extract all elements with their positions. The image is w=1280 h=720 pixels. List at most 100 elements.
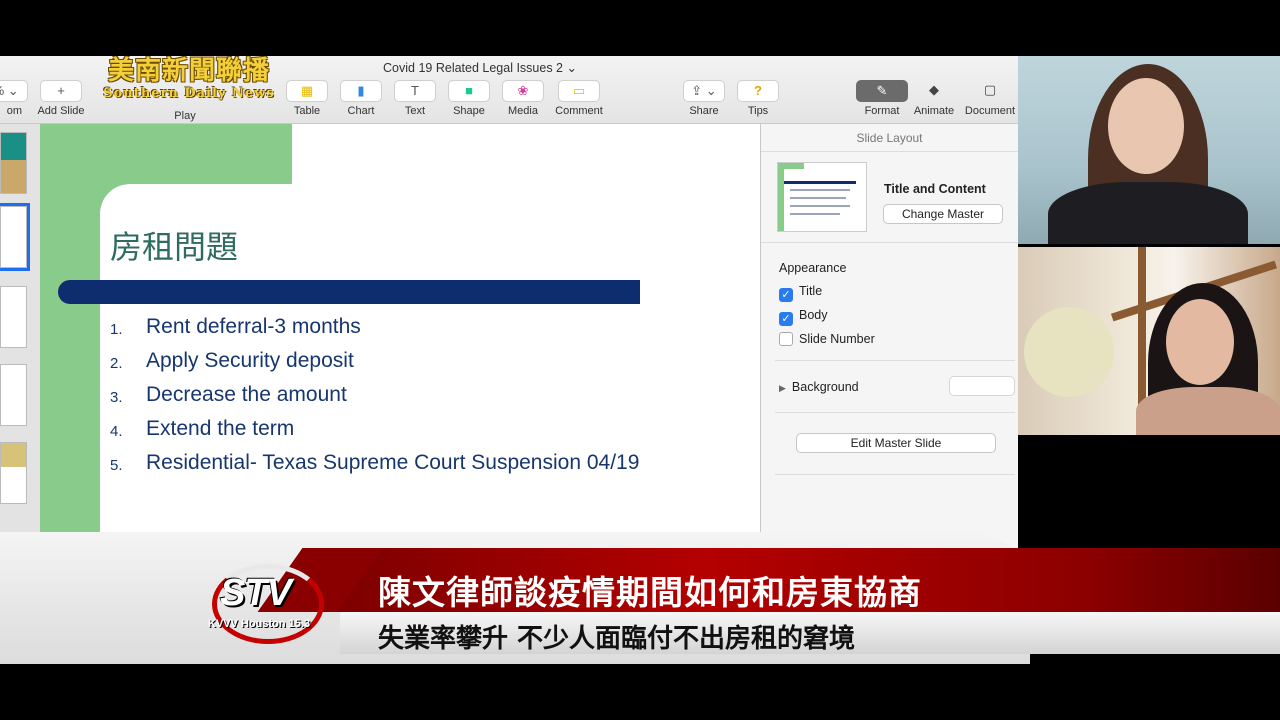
stv-station-logo: STV KVVV Houston 15.3 [206, 556, 330, 648]
media-button[interactable]: ❀ Media [493, 80, 553, 117]
slide-thumbnail-2[interactable] [0, 203, 30, 271]
list-item-text: Rent deferral-3 months [146, 315, 361, 338]
media-label: Media [508, 105, 538, 117]
news-subline: 失業率攀升 不少人面臨付不出房租的窘境 [378, 624, 856, 654]
add-slide-label: Add Slide [37, 105, 85, 117]
slide-body-list[interactable]: 1. Rent deferral-3 months 2. Apply Securit… [110, 314, 670, 484]
participant-face [1108, 78, 1184, 174]
layout-thumbnail-line [790, 197, 846, 199]
checkmark-icon[interactable]: ✓ [779, 312, 793, 326]
layout-thumbnail-line [790, 205, 850, 207]
list-item-text: Residential- Texas Supreme Court Suspens… [146, 451, 640, 474]
list-item: 1. Rent deferral-3 months [110, 314, 670, 340]
divider [775, 360, 1015, 361]
list-item: 5. Residential- Texas Supreme Court Suspe… [110, 450, 670, 476]
checkmark-icon[interactable]: ✓ [779, 288, 793, 302]
tips-button[interactable]: ? Tips [728, 80, 788, 117]
list-item-text: Apply Security deposit [146, 349, 354, 372]
tips-icon: ? [737, 80, 779, 102]
edit-master-slide-button[interactable]: Edit Master Slide [796, 433, 996, 453]
divider [775, 474, 1015, 475]
list-item: 4. Extend the term [110, 416, 670, 442]
list-item: 3. Decrease the amount [110, 382, 670, 408]
list-item-number: 4. [110, 423, 123, 440]
logo-chinese-text: 美南新聞聯播 [107, 56, 270, 86]
video-feed-participant-1 [1018, 56, 1280, 244]
comment-label: Comment [555, 105, 603, 117]
document-button[interactable]: ▢ Document [960, 80, 1018, 117]
layout-thumbnail-line [790, 189, 850, 191]
logo-english-text: Southern Daily News [103, 86, 275, 101]
comment-icon: ▭ [558, 80, 600, 102]
shape-button[interactable]: ■ Shape [439, 80, 499, 117]
add-slide-button[interactable]: + Add Slide [31, 80, 91, 117]
animate-icon: ◆ [929, 82, 939, 97]
zoom-label: om [6, 105, 22, 117]
tips-label: Tips [747, 105, 769, 117]
body-checkbox-row[interactable]: ✓ Body [779, 308, 828, 326]
background-label: Background [791, 380, 859, 394]
slide-thumbnail-3[interactable] [0, 286, 27, 348]
layout-thumbnail-bar [784, 181, 856, 184]
share-icon: ⇪ ⌄ [683, 80, 725, 102]
text-icon: T [394, 80, 436, 102]
list-item: 2. Apply Security deposit [110, 348, 670, 374]
text-label: Text [404, 105, 426, 117]
participant-body [1136, 387, 1280, 435]
slide-thumbnail-5[interactable] [0, 442, 27, 504]
zoom-control[interactable]: 0% ⌄ om [0, 80, 32, 117]
comment-button[interactable]: ▭ Comment [549, 80, 609, 117]
text-button[interactable]: T Text [385, 80, 445, 117]
background-fill-select[interactable] [949, 376, 1015, 396]
animate-button[interactable]: ◆ Animate [904, 80, 964, 117]
slide-thumbnail-4[interactable] [0, 364, 27, 426]
share-label: Share [689, 105, 719, 117]
list-item-text: Extend the term [146, 417, 295, 440]
layout-thumbnail-line [790, 213, 840, 215]
checkbox-icon[interactable] [779, 332, 793, 346]
format-label: Format [864, 105, 900, 117]
chart-button[interactable]: ▮ Chart [331, 80, 391, 117]
divider [761, 242, 1018, 243]
zoom-select[interactable]: 0% ⌄ [0, 80, 28, 102]
chart-icon: ▮ [340, 80, 382, 102]
background-disclosure[interactable]: ▶ Background [779, 380, 859, 394]
animate-label: Animate [913, 105, 955, 117]
share-button[interactable]: ⇪ ⌄ Share [674, 80, 734, 117]
slide-title-bar [58, 280, 640, 304]
flowers [1024, 307, 1114, 397]
title-checkbox-label: Title [799, 284, 823, 298]
format-icon: ✎ [856, 80, 908, 102]
format-button[interactable]: ✎ Format [852, 80, 912, 117]
shape-icon: ■ [448, 80, 490, 102]
participant-face [1166, 299, 1234, 385]
list-item-text: Decrease the amount [146, 383, 347, 406]
southern-daily-news-logo: 美南新聞聯播 Southern Daily News [84, 56, 294, 110]
chart-label: Chart [347, 105, 375, 117]
shape-label: Shape [453, 105, 485, 117]
layout-thumbnail[interactable] [777, 162, 867, 232]
add-slide-icon: + [40, 80, 82, 102]
layout-name: Title and Content [884, 182, 986, 196]
title-checkbox-row[interactable]: ✓ Title [779, 284, 822, 302]
list-item-number: 3. [110, 389, 123, 406]
media-icon: ❀ [502, 80, 544, 102]
list-item-number: 5. [110, 457, 123, 474]
body-checkbox-label: Body [799, 308, 828, 322]
news-headline: 陳文律師談疫情期間如何和房東協商 [378, 573, 922, 612]
slide-number-checkbox-label: Slide Number [799, 332, 875, 346]
slide-thumbnail-1[interactable] [0, 132, 27, 194]
slide-title[interactable]: 房租問題 [110, 222, 238, 268]
list-item-number: 1. [110, 321, 123, 338]
stv-channel-text: KVVV Houston 15.3 [208, 618, 311, 630]
participant-body [1048, 182, 1248, 244]
video-feed-participant-2 [1018, 247, 1280, 435]
slide-number-checkbox-row[interactable]: Slide Number [779, 332, 875, 346]
inspector-header: Slide Layout [761, 124, 1018, 152]
stv-logo-text: STV [220, 572, 292, 614]
divider [775, 412, 1015, 413]
layout-thumbnail-card [784, 169, 866, 231]
appearance-heading: Appearance [779, 261, 847, 275]
disclosure-triangle-icon[interactable]: ▶ [779, 383, 786, 394]
change-master-button[interactable]: Change Master [883, 204, 1003, 224]
